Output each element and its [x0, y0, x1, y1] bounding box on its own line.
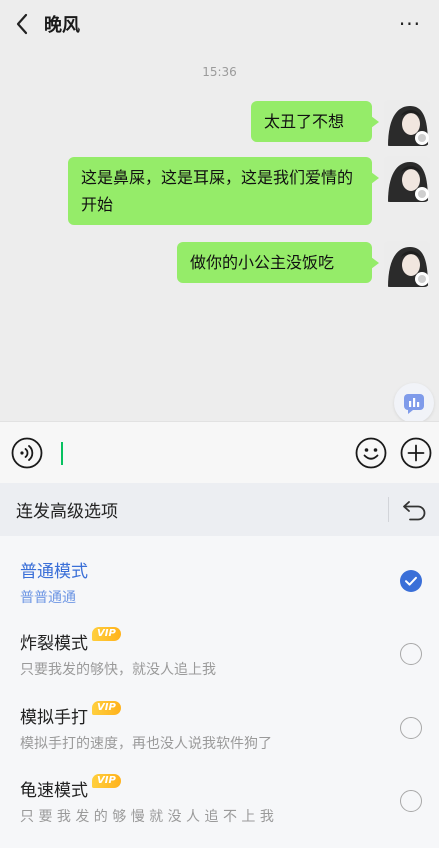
option-normal-mode[interactable]: 普通模式 普普通通	[0, 557, 439, 629]
panel-header: 连发高级选项	[0, 483, 439, 536]
option-title: 普通模式	[20, 562, 88, 582]
chat-area: 15:36 太丑了不想 这是鼻屎，这是耳屎，这是我们爱情的开始 做你的小公主没饭…	[0, 48, 439, 420]
option-simulated-typing[interactable]: 模拟手打VIP 模拟手打的速度，再也没人说我软件狗了	[0, 701, 439, 775]
option-description: 只 要 我 发 的 够 慢 就 没 人 追 不 上 我	[20, 809, 274, 825]
vip-badge: VIP	[92, 701, 121, 715]
divider	[388, 497, 389, 522]
panel-title: 连发高级选项	[16, 502, 118, 522]
plus-icon[interactable]	[400, 437, 432, 469]
voice-input-icon[interactable]	[11, 437, 43, 469]
avatar[interactable]	[384, 156, 430, 202]
avatar[interactable]	[384, 241, 430, 287]
input-bar	[0, 421, 439, 483]
assistant-float-icon[interactable]	[394, 383, 434, 423]
radio-checked[interactable]	[400, 570, 422, 592]
radio-unchecked[interactable]	[400, 643, 422, 665]
option-burst-mode[interactable]: 炸裂模式VIP 只要我发的够快，就没人追上我	[0, 627, 439, 701]
option-description: 普普通通	[20, 590, 76, 606]
chat-header: 晚风 ···	[0, 0, 439, 48]
radio-unchecked[interactable]	[400, 717, 422, 739]
option-title: 炸裂模式VIP	[20, 627, 121, 654]
emoji-icon[interactable]	[355, 437, 387, 469]
message-timestamp: 15:36	[202, 65, 237, 79]
option-title: 龟速模式VIP	[20, 774, 121, 801]
burst-options-panel: 连发高级选项 普通模式 普普通通 炸裂模式VIP 只要我发的够快，就没人追上我 …	[0, 483, 439, 848]
message-bubble[interactable]: 太丑了不想	[251, 101, 379, 142]
undo-icon[interactable]	[401, 496, 429, 522]
option-description: 模拟手打的速度，再也没人说我软件狗了	[20, 736, 272, 752]
check-icon	[405, 576, 417, 586]
message-bubble[interactable]: 做你的小公主没饭吃	[177, 242, 379, 283]
text-input-cursor[interactable]	[61, 442, 63, 465]
back-arrow-icon[interactable]	[14, 12, 32, 36]
more-options-icon[interactable]: ···	[399, 12, 421, 36]
option-description: 只要我发的够快，就没人追上我	[20, 662, 216, 678]
vip-badge: VIP	[92, 627, 121, 641]
avatar[interactable]	[384, 100, 430, 146]
message-bubble[interactable]: 这是鼻屎，这是耳屎，这是我们爱情的开始	[68, 157, 379, 225]
vip-badge: VIP	[92, 774, 121, 788]
chat-title: 晚风	[44, 15, 80, 36]
option-title: 模拟手打VIP	[20, 701, 121, 728]
option-slow-mode[interactable]: 龟速模式VIP 只 要 我 发 的 够 慢 就 没 人 追 不 上 我	[0, 774, 439, 848]
radio-unchecked[interactable]	[400, 790, 422, 812]
